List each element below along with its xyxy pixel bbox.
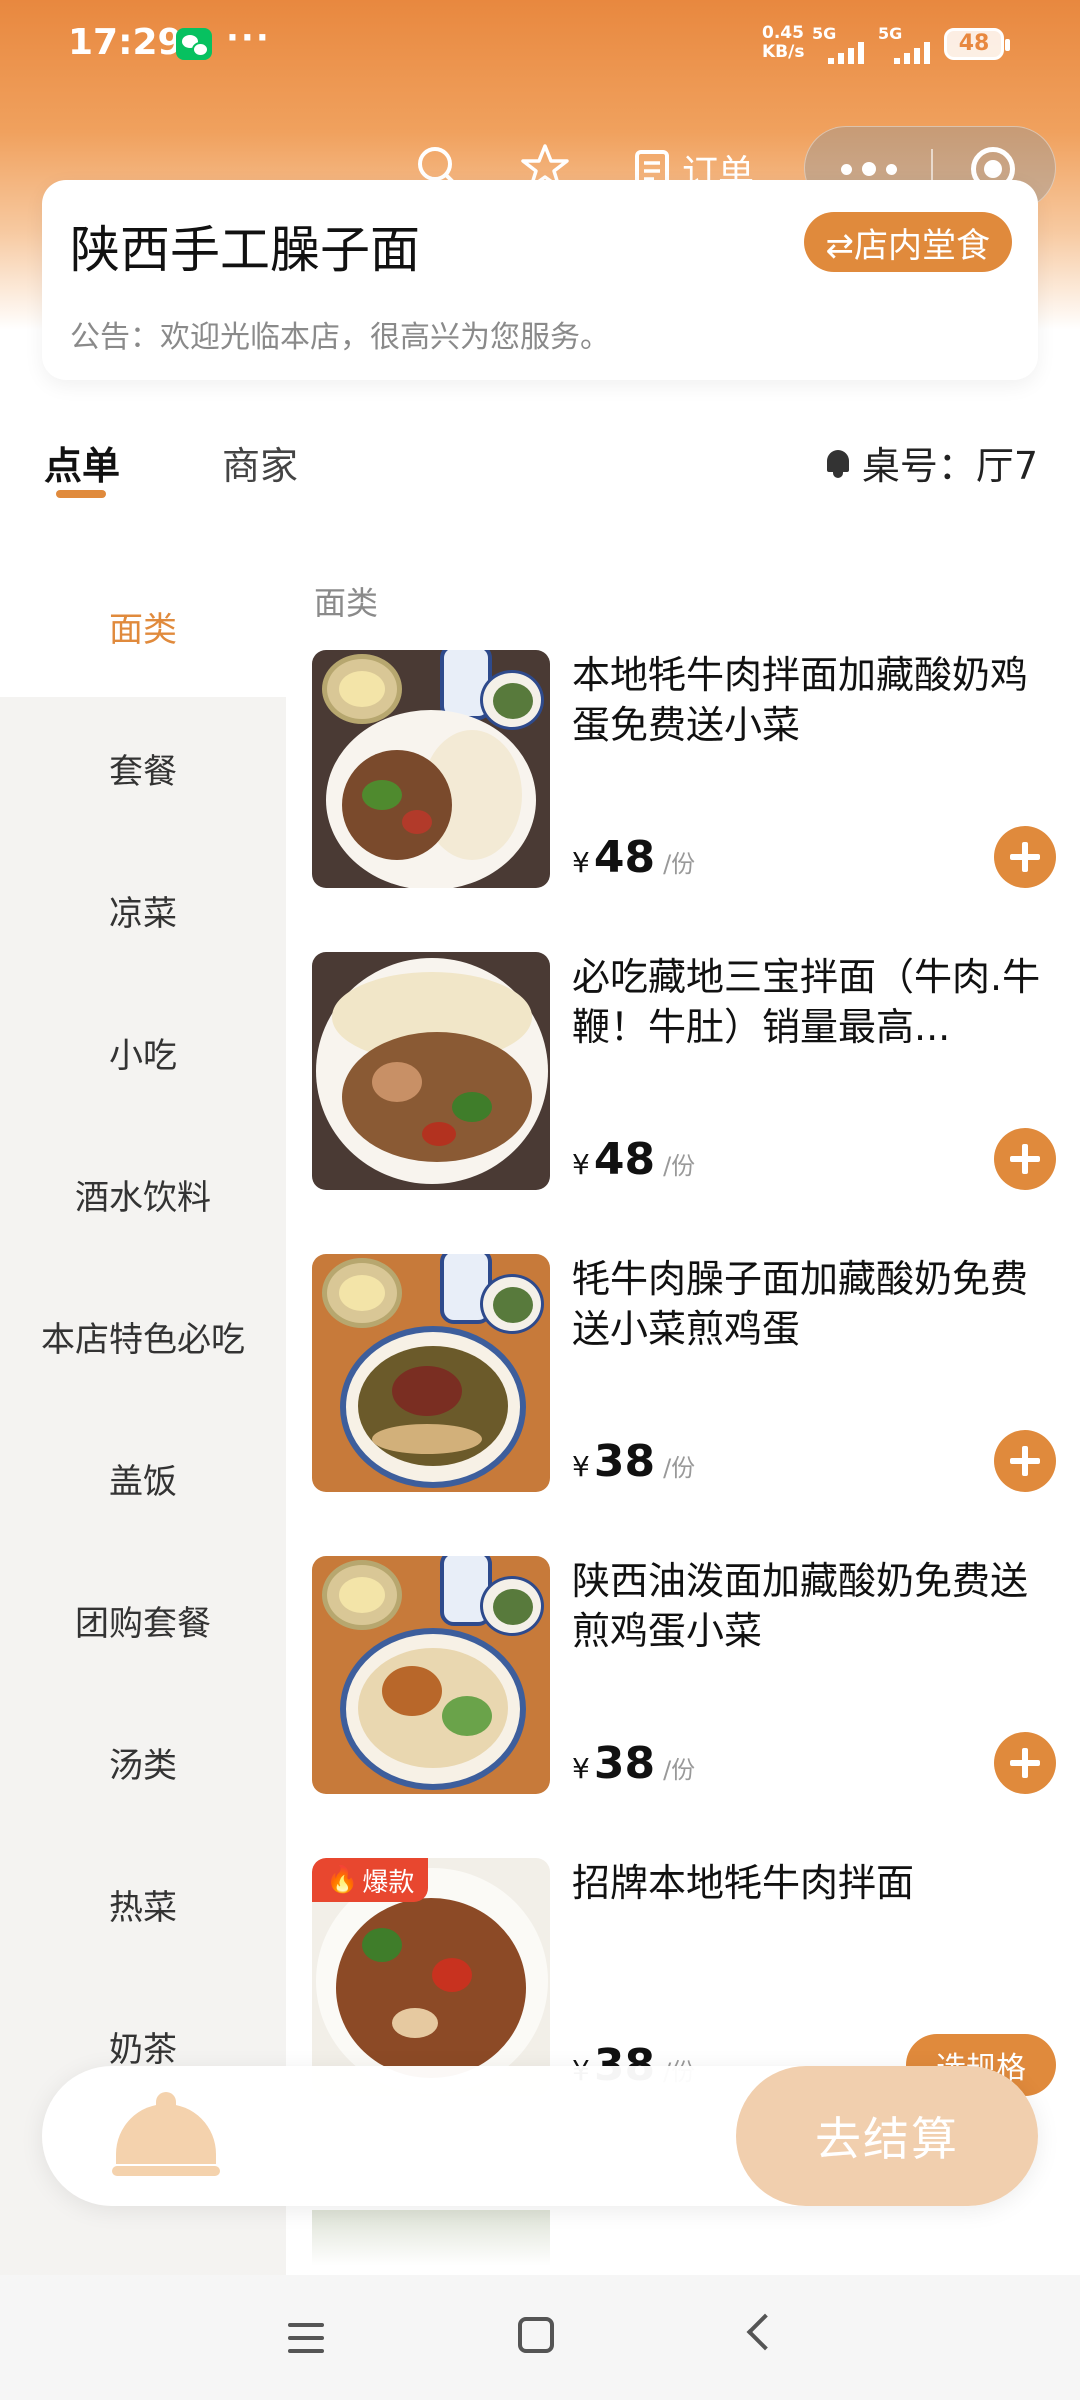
add-to-cart-button[interactable] (994, 1430, 1056, 1492)
price-unit: /份 (663, 850, 696, 878)
system-nav-bar (0, 2275, 1080, 2400)
next-dish-peek (312, 2210, 550, 2272)
dish-image: 🔥 爆款 (312, 1858, 550, 2096)
dish-name: 招牌本地牦牛肉拌面 (572, 1861, 915, 1905)
dish-price: ¥ 38 /份 (572, 1436, 695, 1487)
add-to-cart-button[interactable] (994, 1128, 1056, 1190)
wechat-icon (176, 28, 212, 60)
hot-badge-label: 爆款 (362, 1867, 415, 1898)
category-item[interactable]: 面类 (0, 555, 286, 697)
price-currency: ¥ (572, 1148, 590, 1181)
battery-indicator: 48 (944, 28, 1010, 60)
add-to-cart-button[interactable] (994, 1732, 1056, 1794)
dish-name: 本地牦牛肉拌面加藏酸奶鸡蛋免费送小菜 (572, 653, 1029, 747)
signal-1-label: 5G (812, 24, 837, 43)
dish-price: ¥ 48 /份 (572, 1134, 695, 1185)
tab-order[interactable]: 点单 (44, 435, 120, 490)
category-item[interactable]: 套餐 (0, 697, 286, 839)
tab-merchant[interactable]: 商家 (222, 435, 298, 490)
dish-price: ¥ 38 /份 (572, 1738, 695, 1789)
dish-item[interactable]: 陕西油泼面加藏酸奶免费送煎鸡蛋小菜 ¥ 38 /份 (312, 1556, 1056, 1796)
category-item[interactable]: 热菜 (0, 1833, 286, 1975)
category-item[interactable]: 汤类 (0, 1691, 286, 1833)
dish-image (312, 650, 550, 888)
price-currency: ¥ (572, 1450, 590, 1483)
signal-2-label: 5G (878, 24, 903, 43)
price-value: 48 (593, 1134, 656, 1185)
dish-image (312, 1254, 550, 1492)
dish-image (312, 952, 550, 1190)
dish-item[interactable]: 牦牛肉臊子面加藏酸奶免费送小菜煎鸡蛋 ¥ 38 /份 (312, 1254, 1056, 1494)
category-item[interactable]: 盖饭 (0, 1407, 286, 1549)
recent-apps-icon[interactable] (288, 2323, 324, 2353)
add-to-cart-button[interactable] (994, 826, 1056, 888)
bell-icon (824, 448, 852, 478)
back-icon[interactable] (746, 2313, 784, 2351)
checkout-button[interactable]: 去结算 (736, 2066, 1038, 2206)
price-unit: /份 (663, 1152, 696, 1180)
status-more-icon: ··· (226, 18, 271, 58)
store-name: 陕西手工臊子面 (70, 221, 420, 279)
dish-image (312, 1556, 550, 1794)
price-value: 48 (593, 832, 656, 883)
price-currency: ¥ (572, 846, 590, 879)
store-notice: 公告：欢迎光临本店，很高兴为您服务。 (70, 320, 610, 355)
dish-name: 必吃藏地三宝拌面（牛肉.牛鞭！牛肚）销量最高... (572, 955, 1041, 1049)
category-item[interactable]: 酒水饮料 (0, 1123, 286, 1265)
status-bar: 17:29 ··· 0.45 KB/s 5G 5G 48 (0, 0, 1080, 90)
dish-name: 牦牛肉臊子面加藏酸奶免费送小菜煎鸡蛋 (572, 1257, 1029, 1351)
price-unit: /份 (663, 1756, 696, 1784)
section-title: 面类 (314, 584, 379, 622)
dish-item[interactable]: 本地牦牛肉拌面加藏酸奶鸡蛋免费送小菜 ¥ 48 /份 (312, 650, 1056, 890)
category-item[interactable]: 团购套餐 (0, 1549, 286, 1691)
home-icon[interactable] (518, 2317, 554, 2353)
category-sidebar: 面类 套餐 凉菜 小吃 酒水饮料 本店特色必吃 盖饭 团购套餐 汤类 热菜 奶茶 (0, 555, 286, 2275)
status-time: 17:29 (68, 22, 183, 63)
category-item[interactable]: 本店特色必吃 (0, 1265, 286, 1407)
active-tab-indicator (56, 490, 106, 498)
dish-item[interactable]: 必吃藏地三宝拌面（牛肉.牛鞭！牛肚）销量最高... ¥ 48 /份 (312, 952, 1056, 1192)
network-speed-unit: KB/s (762, 42, 805, 62)
dish-item[interactable]: 🔥 爆款 招牌本地牦牛肉拌面 ¥ 38 /份 选规格 (312, 1858, 1056, 2098)
fire-icon: 🔥 (326, 1865, 359, 1895)
food-cover-cart-icon[interactable] (112, 2090, 220, 2178)
category-item[interactable]: 凉菜 (0, 839, 286, 981)
dish-name: 陕西油泼面加藏酸奶免费送煎鸡蛋小菜 (572, 1559, 1029, 1653)
hot-badge: 🔥 爆款 (312, 1858, 429, 1902)
network-speed: 0.45 KB/s (762, 24, 804, 62)
table-number: 桌号：厅7 (824, 435, 1038, 490)
table-number-label: 桌号：厅7 (861, 444, 1038, 488)
category-item[interactable]: 小吃 (0, 981, 286, 1123)
price-value: 38 (593, 1436, 656, 1487)
price-value: 38 (593, 1738, 656, 1789)
store-card: 陕西手工臊子面 ⇄店内堂食 公告：欢迎光临本店，很高兴为您服务。 (42, 180, 1038, 380)
network-speed-value: 0.45 (762, 23, 804, 43)
price-unit: /份 (663, 1454, 696, 1482)
price-currency: ¥ (572, 1752, 590, 1785)
dish-price: ¥ 48 /份 (572, 832, 695, 883)
dine-mode-button[interactable]: ⇄店内堂食 (803, 212, 1012, 272)
